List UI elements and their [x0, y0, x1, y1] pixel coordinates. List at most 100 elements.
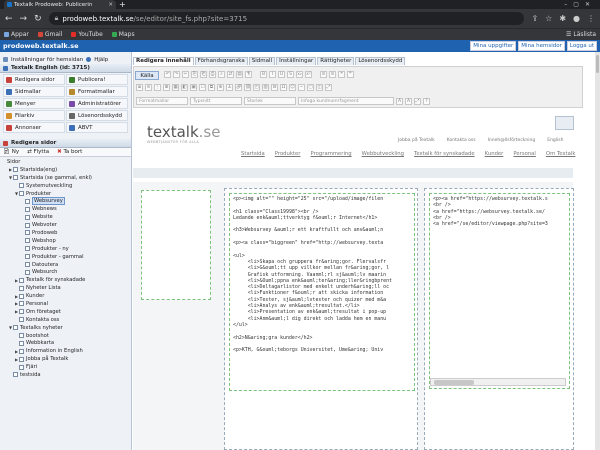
sidebar-button[interactable]: Menyer — [3, 98, 65, 109]
tree-node[interactable]: ▶ Om företaget — [0, 308, 131, 316]
tree-node[interactable]: ▼ Startsida (se gammal, enkl) — [0, 174, 131, 182]
toolbar-button-icon[interactable]: S — [287, 71, 294, 78]
forward-icon[interactable]: → — [20, 14, 28, 24]
preview-nav-link[interactable]: Kunder — [485, 151, 504, 157]
bookmark-maps[interactable]: Maps — [111, 31, 135, 38]
toolbar-button-icon[interactable]: ¶ — [245, 71, 252, 78]
toolbar-button-icon[interactable]: ≡ — [329, 71, 336, 78]
toolbar-button-icon[interactable]: ▣ — [190, 84, 197, 91]
toolbar-button-icon[interactable]: ⤢ — [414, 97, 421, 105]
tree-node[interactable]: Prodoweb — [0, 229, 131, 237]
move-page-button[interactable]: ⇄ Flytta — [27, 149, 49, 155]
toolbar-button-icon[interactable]: ⊕ — [217, 84, 224, 91]
toolbar-select[interactable]: Typsnitt — [190, 97, 242, 105]
sidebar-button[interactable]: ABVT — [66, 122, 128, 133]
toolbar-button-icon[interactable]: A — [405, 97, 412, 105]
toolbar-button-icon[interactable]: ⎗ — [200, 71, 207, 78]
scroll-thumb[interactable] — [434, 380, 474, 385]
star-icon[interactable]: ☆ — [545, 14, 552, 23]
preview-nav-link[interactable]: Om Textalk — [546, 151, 576, 157]
toolbar-button-icon[interactable]: ⛓ — [244, 84, 251, 91]
new-page-button[interactable]: 📄︎ Ny — [3, 149, 19, 155]
editor-tab[interactable]: Rättigheter — [317, 57, 355, 65]
tree-node[interactable]: Produkter - gammal — [0, 253, 131, 261]
tree-node[interactable]: Fjäri — [0, 363, 131, 371]
toolbar-button-icon[interactable]: x² — [305, 71, 312, 78]
browser-tab[interactable]: Textalk Prodoweb: Publicerin ✕ — [4, 0, 116, 9]
delete-page-button[interactable]: ✖ Ta bort — [57, 149, 82, 155]
editor-tab[interactable]: Förhandsgranska — [194, 57, 248, 65]
toolbar-select[interactable]: Formatmallar — [136, 97, 188, 105]
toolbar-button-icon[interactable]: I — [269, 71, 276, 78]
toolbar-button-icon[interactable]: ⚓ — [226, 84, 233, 91]
preview-nav-link[interactable]: Textalk för synskadade — [414, 151, 475, 157]
source-editor-right[interactable]: <p><a href="https://websurvey.textalk.s <… — [429, 193, 570, 389]
toolbar-button-icon[interactable]: ▥ — [262, 84, 269, 91]
toolbar-button-icon[interactable]: ≡ — [320, 71, 327, 78]
toolbar-button-icon[interactable]: B — [260, 71, 267, 78]
toolbar-button-icon[interactable]: ▤ — [236, 71, 243, 78]
bookmark-apps[interactable]: Appar — [4, 31, 29, 38]
tree-node[interactable]: Webshop — [0, 237, 131, 245]
toolbar-button-icon[interactable]: ⊞ — [163, 84, 170, 91]
reload-icon[interactable]: ↻ — [34, 14, 42, 24]
tree-node[interactable]: ▶ Startsida(eng) — [0, 166, 131, 174]
tree-node[interactable]: ▼ Textalks nyheter — [0, 324, 131, 332]
preview-nav-link[interactable]: Startsida — [241, 151, 265, 157]
tree-node[interactable]: Produkter - ny — [0, 245, 131, 253]
toolbar-button-icon[interactable]: ◧ — [181, 84, 188, 91]
tree-node[interactable]: ▶ Information in English — [0, 347, 131, 355]
toolbar-button-icon[interactable]: ◫ — [316, 84, 323, 91]
puzzle-icon[interactable]: ✱ — [559, 14, 566, 23]
source-horizontal-scrollbar[interactable] — [430, 378, 566, 386]
toolbar-button-icon[interactable]: ⎙ — [209, 71, 216, 78]
toolbar-button-icon[interactable]: 🔗︎ — [235, 84, 242, 91]
toolbar-button-icon[interactable]: ▢ — [307, 84, 314, 91]
tree-node[interactable]: Systemutveckling — [0, 182, 131, 190]
profile-icon[interactable]: ● — [573, 14, 580, 23]
toolbar-button-icon[interactable]: A — [396, 97, 403, 105]
tree-node[interactable]: Kontakta oss — [0, 316, 131, 324]
toolbar-button-icon[interactable]: ⤢ — [325, 84, 332, 91]
share-icon[interactable]: ⇪ — [531, 14, 538, 23]
preview-nav-link[interactable]: Webbutveckling — [362, 151, 404, 157]
sidebar-button[interactable]: Formatmallar — [66, 86, 128, 97]
editor-tab[interactable]: Redigera innehåll — [133, 57, 194, 65]
page-scroll-thumb[interactable] — [596, 55, 599, 73]
toolbar-button-icon[interactable]: ⌕ — [218, 71, 225, 78]
sidebar-button[interactable]: Annonser — [3, 122, 65, 133]
toolbar-button-icon[interactable]: ❞ — [347, 71, 354, 78]
toolbar-button-icon[interactable]: ▦ — [172, 84, 179, 91]
tree-node[interactable]: Websurch — [0, 268, 131, 276]
toolbar-button-icon[interactable]: ⇄ — [227, 71, 234, 78]
toolbar-select[interactable]: Infoga kundnumrfagment — [298, 97, 394, 105]
tree-node[interactable]: ▶ Personal — [0, 300, 131, 308]
toolbar-button-icon[interactable]: ⎯ — [298, 84, 305, 91]
left-column-block[interactable] — [141, 190, 211, 300]
toolbar-button-icon[interactable]: x₂ — [296, 71, 303, 78]
tree-node[interactable]: Sidor — [0, 158, 131, 166]
reading-list-button[interactable]: ☰ Läslista — [566, 31, 596, 38]
tree-node[interactable]: Webnews — [0, 205, 131, 213]
menu-dots-icon[interactable]: ⋮ — [587, 14, 595, 23]
toolbar-button-icon[interactable]: ✂ — [182, 71, 189, 78]
toolbar-button-icon[interactable]: ❝ — [338, 71, 345, 78]
toolbar-button-icon[interactable]: ⊟ — [271, 84, 278, 91]
sidebar-button[interactable]: Redigera sidor — [3, 74, 65, 85]
bookmark-gmail[interactable]: Gmail — [37, 31, 62, 38]
help-link[interactable]: Hjälp — [94, 57, 108, 63]
toolbar-button-icon[interactable]: ⎘ — [191, 71, 198, 78]
toolbar-button-icon[interactable]: ⧉ — [208, 84, 215, 91]
page-scrollbar[interactable] — [595, 52, 600, 450]
tree-node[interactable]: ▶ Kunder — [0, 292, 131, 300]
my-sites-button[interactable]: Mina hemsidor — [518, 41, 565, 51]
toolbar-select[interactable]: Storlek — [244, 97, 296, 105]
preview-top-link[interactable]: English — [547, 138, 563, 143]
toolbar-button-icon[interactable]: ≣ — [136, 84, 143, 91]
tree-node[interactable]: Webvoter — [0, 221, 131, 229]
sidebar-button[interactable]: Filarkiv — [3, 110, 65, 121]
editor-tab[interactable]: Lösenordsskydd — [355, 57, 406, 65]
preview-top-link[interactable]: Kontakta oss — [447, 138, 476, 143]
site-settings-link[interactable]: Inställningar för hemsidan — [11, 57, 83, 63]
toolbar-button-icon[interactable]: ↷ — [173, 71, 180, 78]
